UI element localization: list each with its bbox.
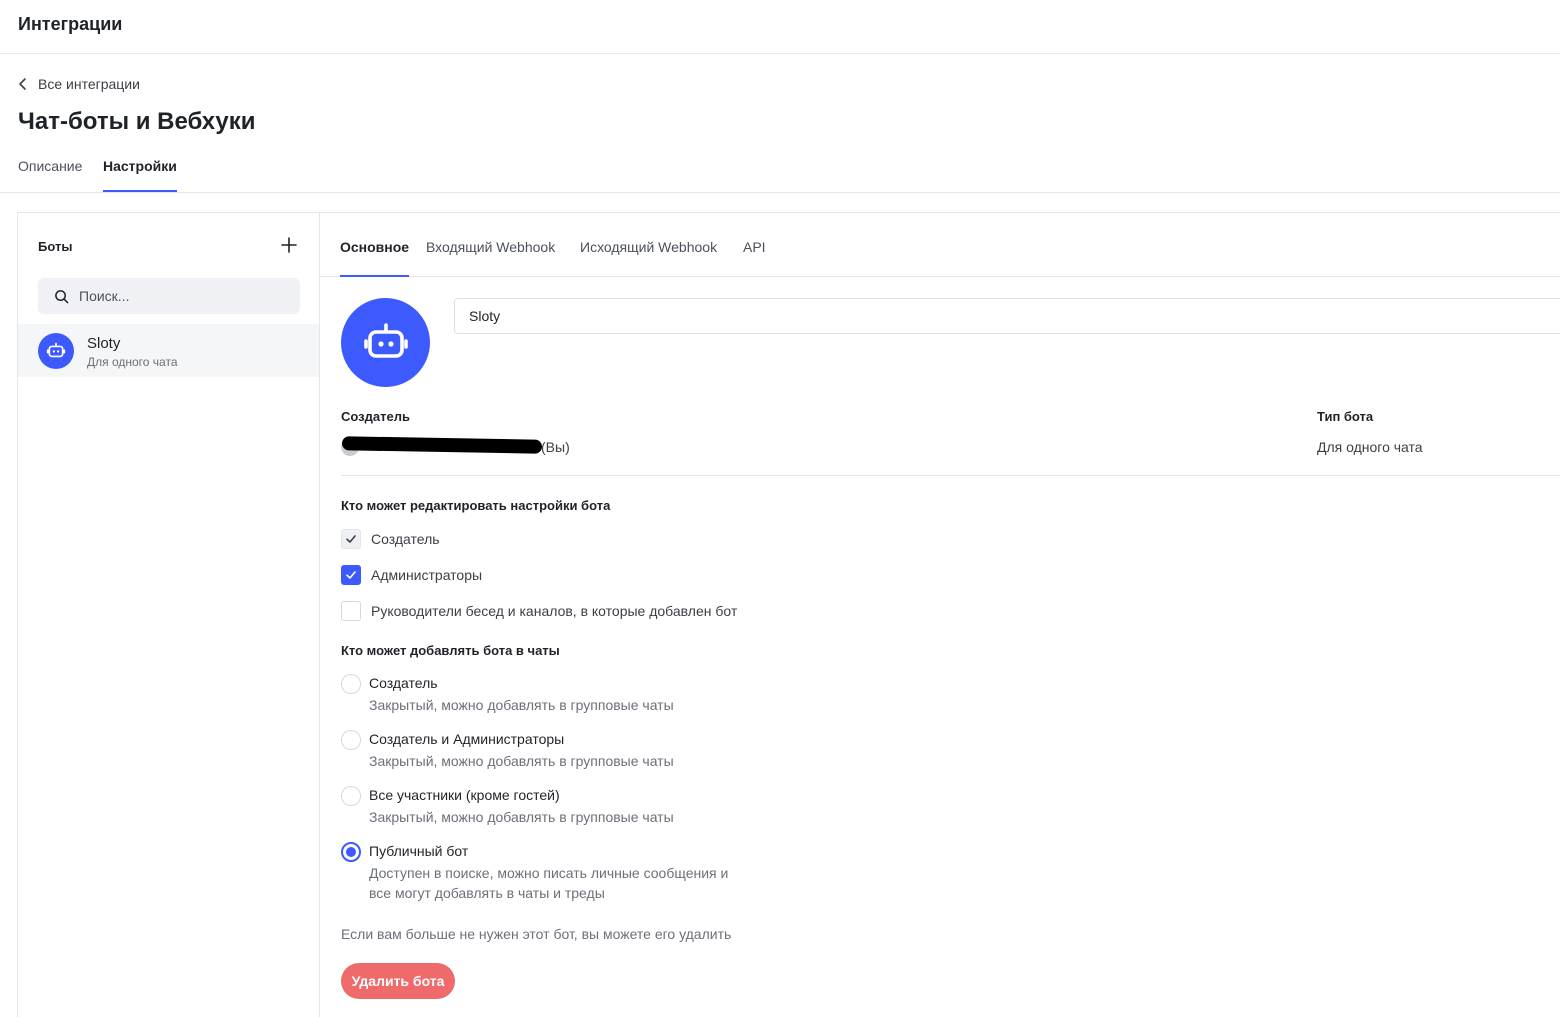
search-placeholder: Поиск... xyxy=(79,288,130,304)
radio-description: Закрытый, можно добавлять в групповые ча… xyxy=(369,697,674,713)
bot-name: Sloty xyxy=(87,335,121,352)
bot-type-value: Для одного чата xyxy=(1317,439,1423,455)
checkbox[interactable] xyxy=(341,601,361,621)
tab-general[interactable]: Основное xyxy=(340,239,410,277)
app-header: Интеграции xyxy=(0,0,1560,54)
checkbox-label: Администраторы xyxy=(371,567,483,583)
bot-avatar-small xyxy=(38,333,74,369)
top-tabs: Описание Настройки xyxy=(0,150,1560,193)
radio-description: Доступен в поиске, можно писать личные с… xyxy=(369,865,729,901)
edit-permissions-title: Кто может редактировать настройки бота xyxy=(341,498,611,513)
tab-outgoing-webhook[interactable]: Исходящий Webhook xyxy=(580,239,717,277)
bot-type-label: Тип бота xyxy=(1317,409,1374,424)
checkbox-label: Руководители бесед и каналов, в которые … xyxy=(371,603,738,619)
radio-description: Закрытый, можно добавлять в групповые ча… xyxy=(369,753,674,769)
creator-label: Создатель xyxy=(341,409,410,424)
search-icon xyxy=(55,289,69,303)
divider xyxy=(341,475,1560,476)
robot-icon xyxy=(363,322,408,358)
robot-icon xyxy=(46,342,66,358)
radio-label: Все участники (кроме гостей) xyxy=(369,787,560,803)
add-permissions-title: Кто может добавлять бота в чаты xyxy=(341,643,560,658)
radio-label: Создатель и Администраторы xyxy=(369,731,565,747)
tab-settings[interactable]: Настройки xyxy=(103,158,177,192)
sidebar-title: Боты xyxy=(38,239,73,254)
settings-panel: Боты Поиск... Sloty Для одного чата Осно… xyxy=(17,212,1560,1017)
tab-incoming-webhook[interactable]: Входящий Webhook xyxy=(426,239,555,277)
checkbox[interactable] xyxy=(341,565,361,585)
radio-description: Закрытый, можно добавлять в групповые ча… xyxy=(369,809,674,825)
bot-search-input[interactable]: Поиск... xyxy=(38,278,300,314)
bot-name-input[interactable] xyxy=(454,298,1560,334)
radio-button[interactable] xyxy=(341,842,361,862)
bot-settings: Основное Входящий Webhook Исходящий Webh… xyxy=(320,213,1560,1017)
tab-api[interactable]: API xyxy=(743,239,766,277)
radio-button[interactable] xyxy=(341,730,361,750)
radio-button[interactable] xyxy=(341,786,361,806)
radio-label: Публичный бот xyxy=(369,843,469,859)
checkbox[interactable] xyxy=(341,529,361,549)
radio-label: Создатель xyxy=(369,675,438,691)
delete-hint: Если вам больше не нужен этот бот, вы мо… xyxy=(341,926,732,942)
delete-bot-button[interactable]: Удалить бота xyxy=(341,963,455,999)
tab-description[interactable]: Описание xyxy=(18,158,82,192)
inner-tabs: Основное Входящий Webhook Исходящий Webh… xyxy=(320,213,1560,277)
back-link-label: Все интеграции xyxy=(38,76,140,92)
checkbox-label: Создатель xyxy=(371,531,440,547)
app-title: Интеграции xyxy=(18,14,123,34)
bot-avatar[interactable] xyxy=(341,298,430,387)
radio-button[interactable] xyxy=(341,674,361,694)
bot-subtitle: Для одного чата xyxy=(87,355,178,369)
check-icon xyxy=(346,571,356,579)
page-title: Чат-боты и Вебхуки xyxy=(18,108,256,135)
plus-icon[interactable] xyxy=(280,236,298,254)
sidebar-item-bot[interactable]: Sloty Для одного чата xyxy=(18,324,319,377)
back-link[interactable]: Все интеграции xyxy=(16,76,140,92)
creator-suffix: (Вы) xyxy=(541,439,570,455)
bots-sidebar: Боты Поиск... Sloty Для одного чата xyxy=(18,213,320,1017)
checkbox-admins[interactable]: Администраторы xyxy=(341,565,482,585)
chevron-left-icon xyxy=(19,78,26,90)
check-icon xyxy=(346,535,356,543)
checkbox-chat-leaders[interactable]: Руководители бесед и каналов, в которые … xyxy=(341,601,737,621)
checkbox-creator[interactable]: Создатель xyxy=(341,529,440,549)
